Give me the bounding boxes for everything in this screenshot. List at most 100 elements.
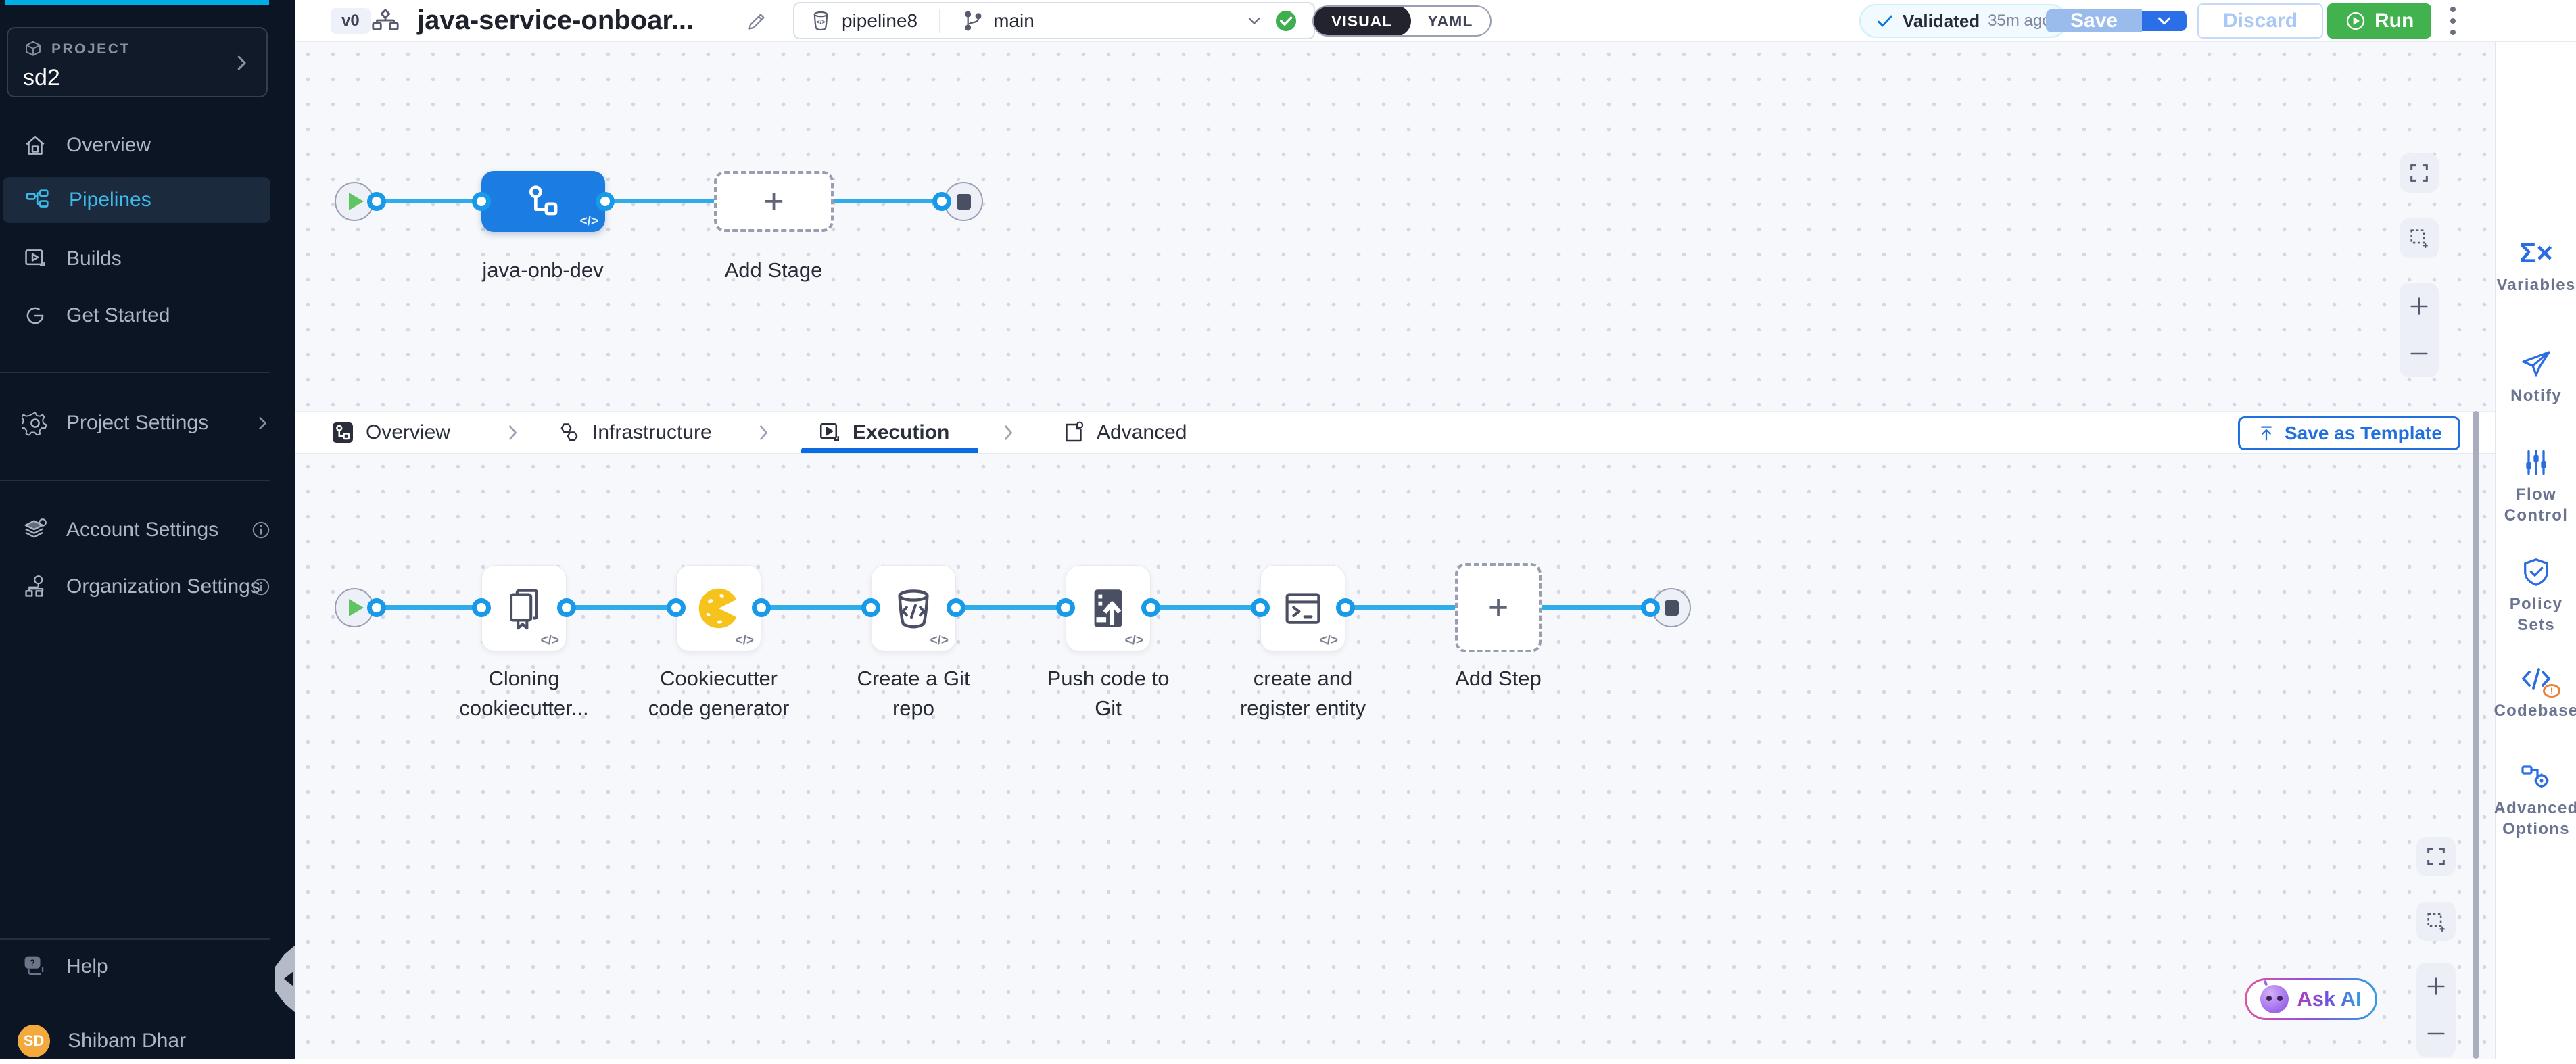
- toggle-yaml[interactable]: YAML: [1410, 7, 1490, 35]
- connector-port[interactable]: [1056, 598, 1075, 617]
- step-create-git-repo[interactable]: </>: [871, 565, 956, 652]
- zoom-out-button[interactable]: [2416, 1010, 2456, 1057]
- sidebar-item-label: Help: [66, 955, 108, 978]
- validated-check-icon: [1876, 11, 1894, 30]
- info-icon[interactable]: [251, 577, 271, 597]
- run-button[interactable]: Run: [2327, 3, 2431, 39]
- sidebar-item-get-started[interactable]: Get Started: [0, 293, 295, 339]
- user-menu[interactable]: SD Shibam Dhar: [0, 1018, 295, 1064]
- chevron-right-icon: [231, 53, 252, 73]
- sidebar-item-pipelines[interactable]: Pipelines: [3, 177, 270, 223]
- connector-port[interactable]: [947, 598, 965, 617]
- stage-tabbar: Overview Infrastructure Execution Advanc…: [295, 411, 2495, 454]
- connector-port[interactable]: [472, 192, 491, 211]
- chevron-right-icon: [999, 423, 1018, 442]
- run-label: Run: [2375, 9, 2414, 32]
- step-label: create andregister entity: [1240, 664, 1366, 723]
- connector-port[interactable]: [1336, 598, 1355, 617]
- zoom-out-button[interactable]: [2400, 330, 2439, 377]
- sidebar-divider: [0, 480, 270, 481]
- step-cloning-cookiecutter[interactable]: </>: [481, 565, 567, 652]
- vertical-scrollbar[interactable]: [2473, 411, 2479, 1059]
- connector-port[interactable]: [367, 598, 386, 617]
- sidebar-item-label: Project Settings: [66, 412, 208, 435]
- edit-pencil-icon[interactable]: [744, 9, 769, 34]
- sidebar-item-label: Get Started: [66, 304, 170, 327]
- sidebar-item-label: Pipelines: [69, 189, 151, 212]
- fit-to-screen-button[interactable]: [2400, 153, 2439, 193]
- connector-port[interactable]: [596, 192, 615, 211]
- builds-icon: [22, 245, 49, 272]
- step-create-and-register-entity[interactable]: </>: [1260, 565, 1345, 652]
- cube-icon: [23, 39, 43, 59]
- sidebar-item-overview[interactable]: Overview: [0, 122, 295, 168]
- stage-canvas[interactable]: </> java-onb-dev + Add Stage: [295, 42, 2495, 411]
- panel-item-flow-control[interactable]: Flow Control: [2496, 446, 2576, 526]
- cookiecutter-icon: [694, 583, 744, 633]
- ask-ai-button[interactable]: Ask AI: [2245, 978, 2377, 1020]
- save-as-template-button[interactable]: Save as Template: [2238, 416, 2460, 450]
- account-settings-icon: [22, 516, 49, 543]
- save-options-caret[interactable]: [2142, 11, 2187, 31]
- tab-execution[interactable]: Execution: [817, 412, 949, 453]
- discard-button[interactable]: Discard: [2197, 3, 2323, 39]
- fit-to-screen-button[interactable]: [2416, 837, 2456, 876]
- connector-port[interactable]: [1141, 598, 1160, 617]
- flow-control-sliders-icon: [2521, 446, 2551, 479]
- connector-port[interactable]: [667, 598, 686, 617]
- sidebar-accent-bar: [5, 0, 269, 5]
- branch-name[interactable]: main: [993, 10, 1034, 32]
- connector-port[interactable]: [861, 598, 880, 617]
- panel-item-policy-sets[interactable]: Policy Sets: [2496, 556, 2576, 635]
- repo-name[interactable]: pipeline8: [842, 10, 917, 32]
- stage-connector-line: [354, 199, 963, 203]
- panel-item-variables[interactable]: Σ× Variables: [2496, 237, 2576, 295]
- step-push-code-to-git[interactable]: </>: [1066, 565, 1151, 652]
- execution-tab-icon: [817, 420, 842, 445]
- zoom-in-button[interactable]: [2400, 283, 2439, 330]
- connector-port[interactable]: [557, 598, 576, 617]
- sidebar-item-help[interactable]: ? Help: [0, 944, 295, 990]
- toggle-visual[interactable]: VISUAL: [1312, 5, 1411, 37]
- add-step-button[interactable]: +: [1455, 563, 1542, 652]
- connector-port[interactable]: [932, 192, 951, 211]
- connector-port[interactable]: [1251, 598, 1270, 617]
- step-cookiecutter-code-generator[interactable]: </>: [676, 565, 761, 652]
- marquee-select-button[interactable]: [2400, 218, 2439, 258]
- get-started-icon: [22, 302, 49, 329]
- connector-port[interactable]: [752, 598, 771, 617]
- notify-paper-plane-icon: [2520, 347, 2552, 380]
- chevron-down-icon[interactable]: [1245, 11, 1264, 30]
- sidebar-item-label: Overview: [66, 134, 151, 157]
- home-icon: [22, 132, 49, 159]
- panel-item-advanced-options[interactable]: Advanced Options: [2496, 760, 2576, 840]
- add-stage-button[interactable]: +: [714, 171, 834, 232]
- save-button[interactable]: Save: [2046, 9, 2142, 32]
- zoom-controls: [2416, 963, 2456, 1057]
- tab-overview[interactable]: Overview: [331, 412, 450, 453]
- execution-canvas[interactable]: </> Cloningcookiecutter... </> Cookiecut…: [295, 454, 2495, 1059]
- connector-port[interactable]: [367, 192, 386, 211]
- connector-port[interactable]: [472, 598, 491, 617]
- info-icon[interactable]: [251, 520, 271, 540]
- panel-item-codebase[interactable]: ! Codebase: [2496, 662, 2576, 721]
- sidebar-item-account-settings[interactable]: Account Settings: [0, 507, 295, 553]
- sidebar-item-project-settings[interactable]: Project Settings: [0, 400, 295, 446]
- tab-advanced[interactable]: Advanced: [1062, 412, 1187, 453]
- sidebar-item-organization-settings[interactable]: Organization Settings: [0, 564, 295, 610]
- more-options-kebab-icon[interactable]: [2437, 5, 2468, 37]
- project-selector[interactable]: PROJECT sd2: [7, 27, 268, 97]
- git-repo-icon: [890, 585, 937, 632]
- stop-icon: [1665, 600, 1679, 616]
- tab-infrastructure[interactable]: Infrastructure: [557, 412, 712, 453]
- clone-icon: [500, 585, 548, 632]
- save-split-button: Save: [2046, 2, 2187, 40]
- marquee-select-button[interactable]: [2416, 902, 2456, 941]
- panel-item-notify[interactable]: Notify: [2496, 347, 2576, 406]
- overview-tab-icon: [331, 420, 355, 445]
- codebase-icon: !: [2520, 662, 2552, 695]
- stage-node-java-onb-dev[interactable]: </>: [481, 171, 605, 232]
- connector-port[interactable]: [1641, 598, 1660, 617]
- sidebar-item-builds[interactable]: Builds: [0, 236, 295, 282]
- zoom-in-button[interactable]: [2416, 963, 2456, 1010]
